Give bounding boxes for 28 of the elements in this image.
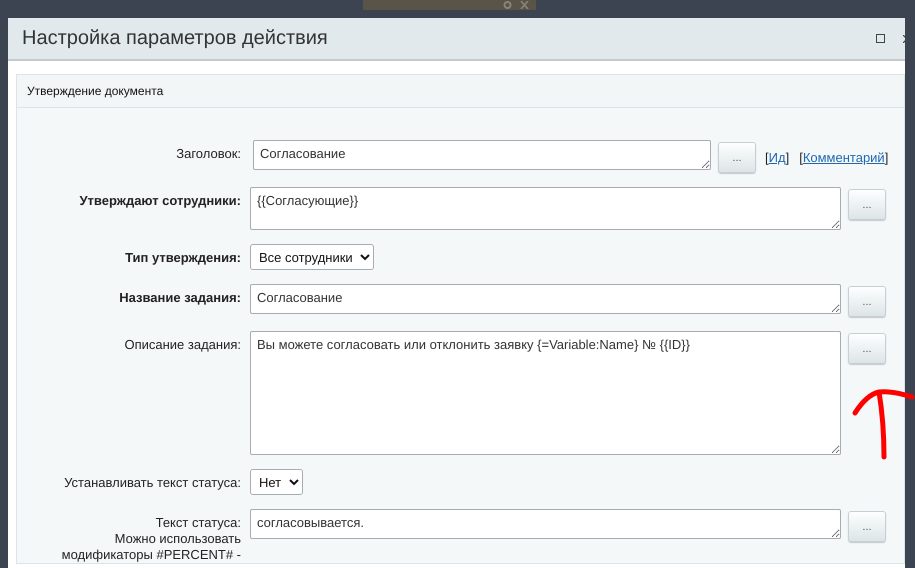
hint-text: Можно использовать xyxy=(114,531,241,547)
dots-button[interactable]: ... xyxy=(848,189,886,220)
field-label: Название задания: xyxy=(119,290,241,306)
field-label: Текст статуса: xyxy=(156,515,241,531)
field-label: Заголовок: xyxy=(176,146,241,162)
input-field[interactable]: Вы можете согласовать или отклонить заявку {=Variable:Name} № {{ID}} xyxy=(250,331,841,455)
maximize-icon[interactable] xyxy=(876,34,885,43)
link-label: [Ид] xyxy=(765,150,790,165)
input-field[interactable]: Согласование xyxy=(253,140,711,170)
field-label: Устанавливать текст статуса: xyxy=(64,475,241,491)
dropdown[interactable]: Все сотрудники xyxy=(250,244,374,270)
field-label: Тип утверждения: xyxy=(125,250,241,266)
input-field[interactable]: {{Согласующие}} xyxy=(250,187,841,230)
link-label: [Комментарий] xyxy=(799,150,888,165)
field-label: Утверждают сотрудники: xyxy=(79,193,241,209)
dots-button[interactable]: ... xyxy=(848,511,886,542)
dots-button[interactable]: ... xyxy=(848,286,886,317)
dots-button[interactable]: ... xyxy=(718,142,756,173)
text-link[interactable]: Комментарий xyxy=(802,150,885,165)
text-link[interactable]: Ид xyxy=(768,150,786,165)
dialog-title: Настройка параметров действия xyxy=(22,27,329,50)
input-field[interactable]: Согласование xyxy=(250,284,841,314)
dropdown[interactable]: Нет xyxy=(250,469,303,495)
field-label: Описание задания: xyxy=(124,337,241,353)
hint-text: модификаторы #PERCENT# - xyxy=(62,547,241,563)
dots-button[interactable]: ... xyxy=(848,333,886,364)
input-field[interactable]: согласовывается. xyxy=(250,509,841,539)
gear-icon xyxy=(503,1,512,9)
